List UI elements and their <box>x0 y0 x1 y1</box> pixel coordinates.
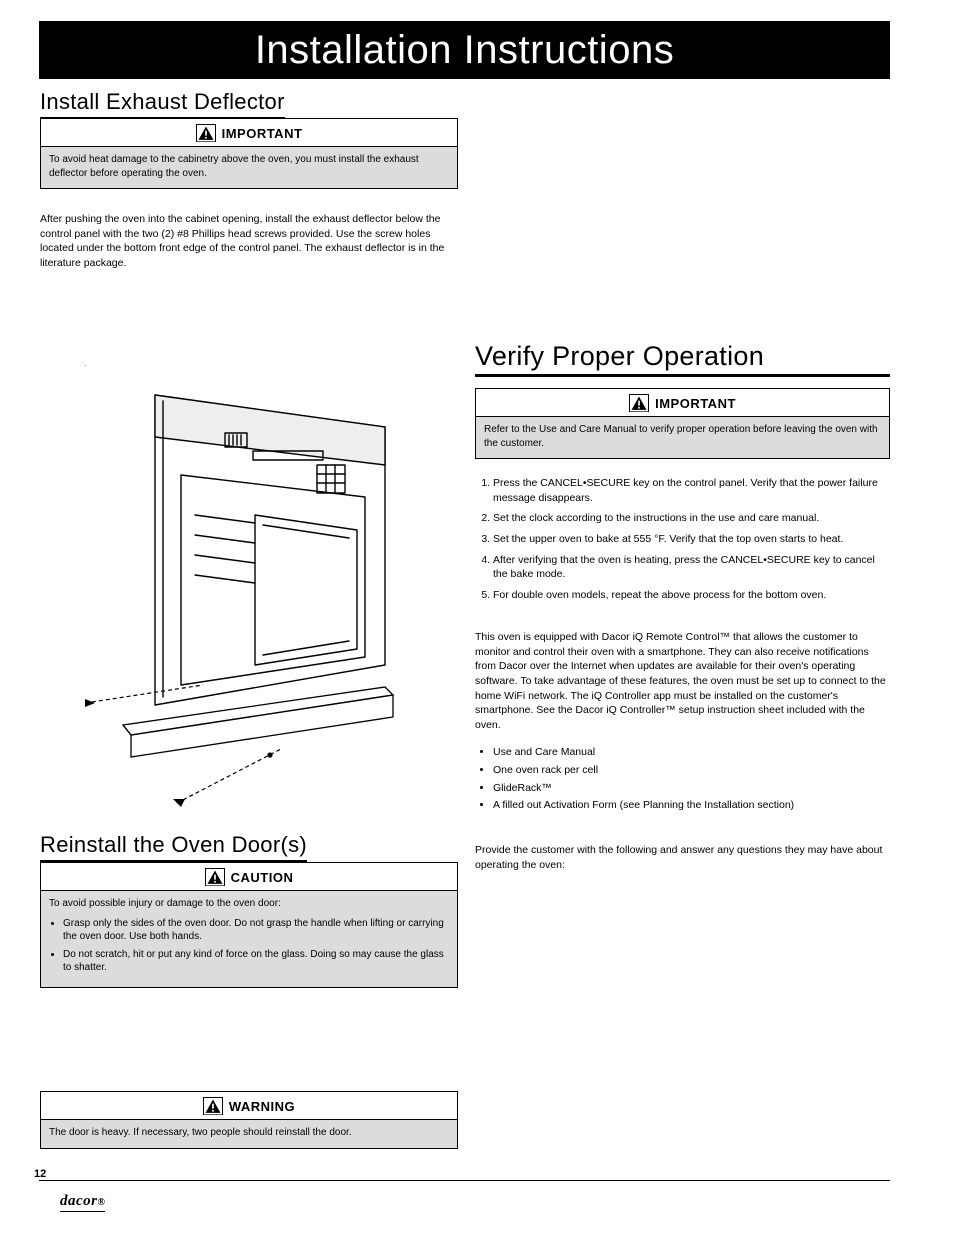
step: Press the CANCEL•SECURE key on the contr… <box>493 476 890 505</box>
step: For double oven models, repeat the above… <box>493 588 890 603</box>
page-title: Installation Instructions <box>39 21 890 79</box>
callout-label: WARNING <box>229 1099 295 1114</box>
heading-install-exhaust: Install Exhaust Deflector <box>40 89 285 119</box>
verify-provide-para: Provide the customer with the following … <box>475 843 890 872</box>
callout-title: IMPORTANT <box>41 119 457 147</box>
footer-rule <box>39 1180 890 1181</box>
figure-exhaust-deflector <box>85 365 415 825</box>
callout-body: The door is heavy. If necessary, two peo… <box>41 1120 457 1148</box>
verify-wifi-para: This oven is equipped with Dacor iQ Remo… <box>475 630 890 733</box>
callout-title: IMPORTANT <box>476 389 889 417</box>
page-number: 12 <box>34 1168 46 1180</box>
list-item: GlideRack™ <box>493 781 890 797</box>
list-item: Use and Care Manual <box>493 745 890 761</box>
caution-bullet: Grasp only the sides of the oven door. D… <box>63 917 449 944</box>
page-header: Installation Instructions <box>39 21 890 79</box>
verify-provide-list: Use and Care Manual One oven rack per ce… <box>475 745 890 816</box>
caution-bullet: Do not scratch, hit or put any kind of f… <box>63 948 449 975</box>
callout-important-exhaust: IMPORTANT To avoid heat damage to the ca… <box>40 118 458 189</box>
callout-warning-door: WARNING The door is heavy. If necessary,… <box>40 1091 458 1149</box>
list-item: One oven rack per cell <box>493 763 890 779</box>
verify-steps: Press the CANCEL•SECURE key on the contr… <box>475 472 890 609</box>
callout-title: CAUTION <box>41 863 457 891</box>
paragraph-exhaust: After pushing the oven into the cabinet … <box>40 212 458 271</box>
callout-label: IMPORTANT <box>655 396 736 411</box>
list-item: A filled out Activation Form (see Planni… <box>493 798 890 814</box>
warning-triangle-icon <box>196 124 216 142</box>
step: After verifying that the oven is heating… <box>493 553 890 582</box>
step: Set the clock according to the instructi… <box>493 511 890 526</box>
callout-body: Refer to the Use and Care Manual to veri… <box>476 417 889 458</box>
callout-caution-door: CAUTION To avoid possible injury or dama… <box>40 862 458 988</box>
warning-triangle-icon <box>203 1097 223 1115</box>
callout-label: CAUTION <box>231 870 294 885</box>
callout-body: To avoid possible injury or damage to th… <box>41 891 457 987</box>
caution-intro: To avoid possible injury or damage to th… <box>49 898 281 909</box>
warning-triangle-icon <box>629 394 649 412</box>
callout-label: IMPORTANT <box>222 126 303 141</box>
warning-triangle-icon <box>205 868 225 886</box>
heading-verify-operation: Verify Proper Operation <box>475 341 890 377</box>
callout-body: To avoid heat damage to the cabinetry ab… <box>41 147 457 188</box>
callout-important-verify: IMPORTANT Refer to the Use and Care Manu… <box>475 388 890 459</box>
heading-reinstall-door: Reinstall the Oven Door(s) <box>40 832 307 862</box>
step: Set the upper oven to bake at 555 °F. Ve… <box>493 532 890 547</box>
callout-title: WARNING <box>41 1092 457 1120</box>
brand-logo: dacor® <box>60 1193 105 1212</box>
